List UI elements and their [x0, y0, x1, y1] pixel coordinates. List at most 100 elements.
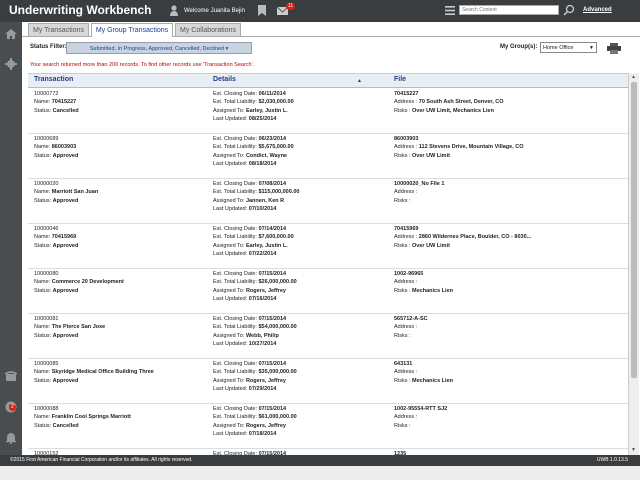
assigned-to: Rogers, Jeffrey — [245, 422, 286, 429]
file-cell: 1002-96965 Address : Risks : Mechanics L… — [394, 270, 453, 295]
details-cell: Est. Closing Date: 07/08/2014 Est. Total… — [213, 180, 299, 214]
row-label: Est. Closing Date: — [213, 136, 258, 142]
scrollbar[interactable]: ▲ ▼ — [628, 73, 639, 455]
row-label: Address : — [394, 324, 418, 331]
tab-my-transactions[interactable]: My Transactions — [28, 23, 89, 36]
welcome-text: Welcome Juanita Bejin — [184, 8, 245, 14]
table-row[interactable]: 10000081 Name: The Pierce San Jose Statu… — [28, 312, 628, 359]
total-liability: $115,000,000.00 — [258, 189, 300, 196]
file-number[interactable]: 643131 — [394, 361, 412, 367]
transaction-cell: 10000020 Name: Marriott San Juan Status:… — [34, 180, 98, 205]
row-label: Assigned To: — [213, 197, 245, 204]
mail-count-badge: 11 — [286, 3, 296, 10]
app-title: Underwriting Workbench — [9, 3, 152, 17]
transaction-id[interactable]: 10000772 — [34, 90, 79, 98]
file-number[interactable]: 1002-95554-RTT SJ2 — [394, 406, 447, 412]
table-row[interactable]: 10000080 Name: Commerce 20 Development S… — [28, 267, 628, 314]
transaction-id[interactable]: 10000088 — [34, 405, 131, 413]
table-row[interactable]: 10000020 Name: Marriott San Juan Status:… — [28, 177, 628, 224]
row-label: Est. Total Liability: — [213, 99, 257, 106]
my-groups-dropdown[interactable]: Home Office ▼ — [540, 42, 597, 53]
row-label: Est. Closing Date: — [213, 226, 258, 232]
closing-date: 07/14/2014 — [258, 226, 287, 232]
notification-bell-icon[interactable] — [5, 432, 17, 444]
assigned-to: Earley, Justin L. — [245, 107, 288, 114]
table-row[interactable]: 10000046 Name: 70415969 Status: Approved… — [28, 222, 628, 269]
scrollbar-thumb[interactable] — [631, 82, 637, 378]
home-icon[interactable] — [5, 28, 17, 40]
table-row[interactable]: 10000772 Name: 70415227 Status: Cancelle… — [28, 87, 628, 134]
bookmark-icon[interactable] — [258, 5, 266, 16]
scroll-down-arrow-icon[interactable]: ▼ — [631, 447, 636, 453]
row-label: Last Updated: — [213, 161, 248, 168]
search-limit-warning: Your search returned more than 200 recor… — [30, 62, 255, 68]
assigned-to: Webb, Philip — [245, 332, 279, 339]
file-address: 112 Stevens Drive, Mountain Village, CO — [418, 144, 524, 151]
table-row[interactable]: 10000689 Name: 86003903 Status: Approved… — [28, 132, 628, 179]
tab-my-collaborations[interactable]: My Collaborations — [175, 23, 241, 36]
transaction-status: Approved — [52, 377, 79, 384]
row-label: Risks : — [394, 422, 411, 429]
row-label: Address : — [394, 279, 418, 286]
transaction-id[interactable]: 10000046 — [34, 225, 78, 233]
footer: ©2015 First American Financial Corporati… — [0, 455, 640, 466]
closing-date: 07/15/2014 — [258, 406, 287, 412]
column-transaction[interactable]: Transaction — [34, 76, 73, 83]
file-number[interactable]: 10000020_No File 1 — [394, 181, 444, 187]
print-icon[interactable] — [607, 43, 621, 54]
closing-date: 06/11/2014 — [258, 91, 286, 97]
file-address: 2860 Wildernes Place, Boulder, CO - 8030… — [418, 234, 532, 241]
transaction-id[interactable]: 10000080 — [34, 270, 124, 278]
column-details[interactable]: Details — [213, 76, 236, 83]
last-updated: 08/18/2014 — [248, 161, 277, 168]
scroll-up-arrow-icon[interactable]: ▲ — [631, 74, 636, 80]
transaction-id[interactable]: 10000081 — [34, 315, 105, 323]
last-updated: 08/25/2014 — [248, 116, 277, 123]
row-label: Status: — [34, 332, 52, 339]
column-file[interactable]: File — [394, 76, 406, 83]
search-input[interactable] — [459, 5, 559, 15]
row-label: Name: — [34, 324, 51, 331]
advanced-search-link[interactable]: Advanced — [583, 7, 612, 13]
closing-date: 07/15/2014 — [258, 271, 287, 277]
file-number[interactable]: 1002-96965 — [394, 271, 423, 277]
table-row[interactable]: 10000085 Name: Skyridge Medical Office B… — [28, 357, 628, 404]
row-label: Est. Closing Date: — [213, 361, 258, 367]
status-filter-dropdown[interactable]: Submitted, In Progress, Approved, Cancel… — [66, 42, 252, 54]
row-label: Last Updated: — [213, 341, 248, 348]
gear-icon[interactable] — [5, 58, 17, 70]
menu-icon[interactable] — [445, 6, 455, 15]
row-label: Risks : — [394, 332, 411, 339]
last-updated: 07/18/2014 — [248, 431, 277, 438]
row-label: Assigned To: — [213, 377, 245, 384]
file-number[interactable]: 70415227 — [394, 91, 418, 97]
file-number[interactable]: 70415969 — [394, 226, 418, 232]
total-liability: $54,000,000.00 — [258, 324, 297, 331]
transaction-id[interactable]: 10000689 — [34, 135, 78, 143]
details-cell: Est. Closing Date: 07/15/2014 Est. Total… — [213, 405, 297, 439]
file-risks: Over UW Limit — [412, 152, 450, 159]
last-updated: 07/10/2014 — [248, 206, 277, 213]
row-label: Risks : — [394, 152, 411, 159]
top-bar: Underwriting Workbench Welcome Juanita B… — [0, 0, 640, 22]
row-label: Address : — [394, 414, 418, 421]
transaction-name: Franklin Cool Springs Marriott — [51, 414, 131, 421]
closing-date: 07/15/2014 — [258, 361, 287, 367]
file-cell: 565712-A-SC Address : Risks : — [394, 315, 428, 340]
tab-my-group-transactions[interactable]: My Group Transactions — [91, 23, 173, 37]
row-label: Address : — [394, 189, 418, 196]
table-row[interactable]: 10000088 Name: Franklin Cool Springs Mar… — [28, 402, 628, 449]
assigned-to: Condict, Wayne — [245, 152, 287, 159]
file-number[interactable]: 86003903 — [394, 136, 418, 142]
phone-icon[interactable] — [5, 370, 17, 382]
search-icon[interactable] — [563, 4, 575, 16]
row-label: Last Updated: — [213, 206, 248, 213]
assigned-to: Rogers, Jeffrey — [245, 287, 286, 294]
sort-ascending-icon[interactable]: ▲ — [357, 78, 362, 84]
table-row[interactable]: 10000152 Name: Status: Est. Closing Date… — [28, 447, 628, 455]
file-number[interactable]: 565712-A-SC — [394, 316, 428, 322]
transaction-id[interactable]: 10000020 — [34, 180, 98, 188]
row-label: Est. Closing Date: — [213, 316, 258, 322]
transaction-id[interactable]: 10000085 — [34, 360, 154, 368]
transaction-cell: 10000085 Name: Skyridge Medical Office B… — [34, 360, 154, 385]
